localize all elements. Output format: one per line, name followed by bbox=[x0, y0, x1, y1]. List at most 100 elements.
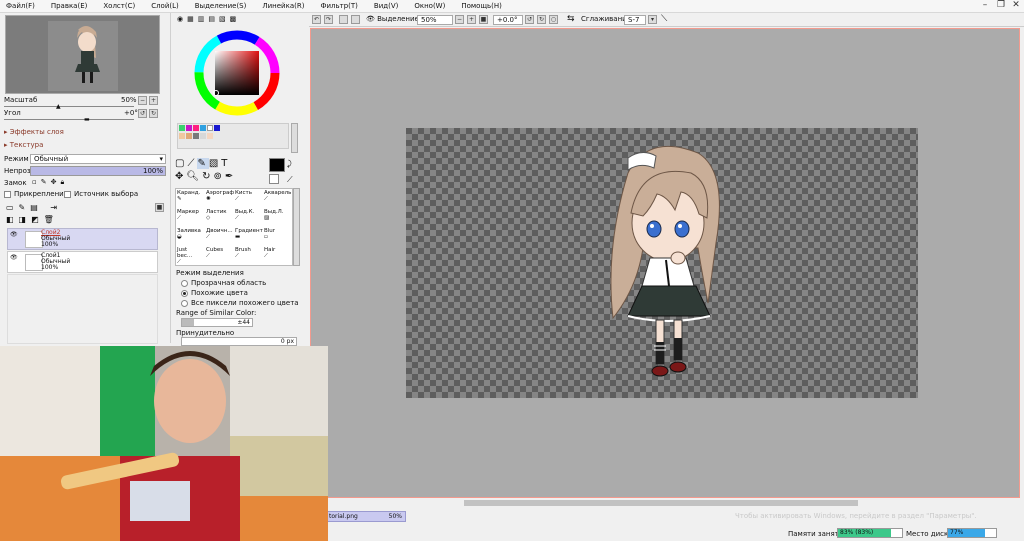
webcam-overlay bbox=[0, 346, 328, 541]
rotate-right-button[interactable]: ↻ bbox=[537, 15, 546, 24]
angle-select[interactable]: +0.0° bbox=[493, 15, 523, 25]
texture-header[interactable]: Текстура bbox=[4, 141, 44, 149]
brush-label: Аэрограф bbox=[206, 190, 235, 196]
selection-source-option[interactable]: Источник выбора bbox=[64, 190, 138, 198]
line-tool-icon[interactable]: ⟍ bbox=[661, 14, 667, 24]
undo-button[interactable]: ↶ bbox=[312, 15, 321, 24]
clip-checkbox[interactable] bbox=[4, 190, 11, 198]
redo-button[interactable]: ↷ bbox=[324, 15, 333, 24]
foreground-color[interactable] bbox=[269, 158, 285, 172]
lock-icons[interactable]: ▫✎✥🔒︎ bbox=[32, 178, 68, 187]
smoothing-dropdown[interactable]: ▾ bbox=[648, 15, 657, 24]
document-tab[interactable]: torial.png 50% bbox=[327, 511, 406, 522]
brush-blur[interactable]: Blur ▫ bbox=[264, 228, 291, 247]
layer-menu-button[interactable]: ■ bbox=[155, 203, 164, 212]
brush-fill[interactable]: Заливка ◒ bbox=[177, 228, 204, 247]
swap-colors-icon[interactable]: ⤸ bbox=[287, 159, 292, 169]
zoom-select[interactable]: 50% bbox=[417, 15, 453, 25]
brush-label: Выд.Л. bbox=[264, 209, 284, 215]
zoom-reset-button[interactable]: ■ bbox=[479, 15, 488, 24]
smoothing-select[interactable]: S-7 bbox=[624, 15, 646, 25]
invert-selection-button[interactable] bbox=[351, 15, 360, 24]
brush-gradient[interactable]: Градиент ▬ bbox=[235, 228, 263, 247]
clipping-option[interactable]: Прикрепление bbox=[4, 190, 68, 198]
range-similar-slider[interactable]: ±44 bbox=[181, 318, 253, 327]
zoom-in-button[interactable]: + bbox=[467, 15, 476, 24]
brush-marker[interactable]: Маркер ⟋ bbox=[177, 209, 204, 228]
layer-buttons-row2[interactable]: ◧◨◩🗑︎ bbox=[6, 215, 59, 224]
rotate-left-button[interactable]: ↺ bbox=[138, 109, 147, 118]
brush-select-eraser[interactable]: Выд.Л. ▨ bbox=[264, 209, 291, 228]
source-checkbox[interactable] bbox=[64, 190, 71, 198]
rotate-right-button[interactable]: ↻ bbox=[149, 109, 158, 118]
range-similar-label: Range of Similar Color: bbox=[176, 309, 257, 317]
menu-layer[interactable]: Слой(L) bbox=[143, 2, 187, 10]
flip-icon[interactable]: ⇆ bbox=[567, 14, 575, 24]
scale-slider[interactable] bbox=[4, 106, 134, 107]
menu-help[interactable]: Помощь(H) bbox=[453, 2, 510, 10]
eye-icon[interactable]: 👁︎ bbox=[10, 231, 18, 238]
menu-file[interactable]: Файл(F) bbox=[0, 2, 43, 10]
menu-window[interactable]: Окно(W) bbox=[406, 2, 453, 10]
angle-slider[interactable] bbox=[4, 119, 134, 120]
brush-airbrush[interactable]: Аэрограф ✺ bbox=[206, 190, 235, 209]
brush-pencil[interactable]: Каранд. ✎ bbox=[177, 190, 204, 209]
eye-icon[interactable]: 👁︎ bbox=[10, 254, 18, 261]
layer-row-layer1[interactable]: 👁︎ Слой1 Обычный 100% bbox=[7, 251, 158, 273]
restore-icon[interactable]: ❐ bbox=[994, 0, 1008, 10]
blend-mode-select[interactable]: Обычный ▾ bbox=[30, 154, 166, 164]
menu-selection[interactable]: Выделение(S) bbox=[187, 2, 255, 10]
horizontal-scrollbar[interactable] bbox=[310, 498, 1020, 508]
brush-label: Градиент bbox=[235, 228, 263, 234]
option-all-similar-pixels[interactable]: Все пиксели похожего цвета bbox=[181, 299, 299, 307]
brush-select-pen[interactable]: Выд.К. ⟋ bbox=[235, 209, 262, 228]
brush-eraser[interactable]: Ластик ◇ bbox=[206, 209, 233, 228]
close-icon[interactable]: ✕ bbox=[1009, 0, 1023, 10]
brush-brush[interactable]: Кисть ⟋ bbox=[235, 190, 262, 209]
rotate-reset-button[interactable]: ○ bbox=[549, 15, 558, 24]
brush-grid-scrollbar[interactable] bbox=[293, 188, 300, 266]
menu-canvas[interactable]: Холст(C) bbox=[95, 2, 143, 10]
palette-scrollbar[interactable] bbox=[291, 123, 298, 153]
radio-button[interactable] bbox=[181, 299, 188, 307]
option-similar-colors[interactable]: Похожие цвета bbox=[181, 289, 248, 297]
layer-effects-header[interactable]: Эффекты слоя bbox=[4, 128, 64, 136]
zoom-in-button[interactable]: + bbox=[149, 96, 158, 105]
scrollbar-thumb[interactable] bbox=[464, 500, 858, 506]
range-value: ±44 bbox=[237, 319, 250, 326]
brush-watercolor[interactable]: Акварель ⟋ bbox=[264, 190, 291, 209]
menu-view[interactable]: Вид(V) bbox=[366, 2, 406, 10]
canvas-workspace[interactable] bbox=[310, 28, 1020, 498]
menu-edit[interactable]: Правка(E) bbox=[43, 2, 96, 10]
zoom-out-button[interactable]: − bbox=[455, 15, 464, 24]
tool-icons[interactable]: ▢⟋✎▧T ✥🔍︎↻⊚✒︎ bbox=[175, 157, 236, 183]
selection-visibility[interactable]: 👁︎ Выделение bbox=[366, 15, 419, 23]
navigator-preview[interactable] bbox=[5, 15, 160, 94]
radio-button[interactable] bbox=[181, 279, 188, 287]
brush-cubes[interactable]: Cubes ⟋ bbox=[206, 247, 233, 266]
zoom-out-button[interactable]: − bbox=[138, 96, 147, 105]
rotate-left-button[interactable]: ↺ bbox=[525, 15, 534, 24]
transparent-color-icon[interactable]: ⟋ bbox=[287, 175, 293, 185]
menu-ruler[interactable]: Линейка(R) bbox=[254, 2, 312, 10]
radio-button-selected[interactable] bbox=[181, 289, 188, 297]
menu-filter[interactable]: Фильтр(T) bbox=[312, 2, 365, 10]
scale-slider-thumb[interactable]: ▲ bbox=[56, 103, 61, 110]
layer-row-layer2[interactable]: 👁︎ Слой2 Обычный 100% bbox=[7, 228, 158, 250]
color-wheel[interactable] bbox=[193, 29, 281, 117]
option-transparent-area[interactable]: Прозрачная область bbox=[181, 279, 266, 287]
minimize-icon[interactable]: – bbox=[978, 0, 992, 10]
angle-slider-thumb[interactable]: ▬ bbox=[84, 116, 90, 123]
layer-buttons-row1[interactable]: ▭✎▤ ⇥ bbox=[6, 203, 62, 212]
opacity-slider[interactable]: 100% bbox=[30, 166, 166, 176]
color-mode-tabs[interactable]: ◉▦▥▤▧▩ bbox=[177, 15, 240, 23]
brush-custom1[interactable]: Just bec... ⟋ bbox=[177, 247, 204, 266]
brush-hair[interactable]: Hair ⟋ bbox=[264, 247, 291, 266]
swatch-palette[interactable] bbox=[177, 123, 289, 149]
canvas-document[interactable] bbox=[406, 128, 918, 398]
brush-brush2[interactable]: Brush ⟋ bbox=[235, 247, 262, 266]
background-color[interactable] bbox=[269, 174, 279, 184]
deselect-button[interactable] bbox=[339, 15, 348, 24]
force-slider[interactable]: 0 px bbox=[181, 337, 297, 346]
brush-binary[interactable]: Двоичн... ⟋ bbox=[206, 228, 233, 247]
